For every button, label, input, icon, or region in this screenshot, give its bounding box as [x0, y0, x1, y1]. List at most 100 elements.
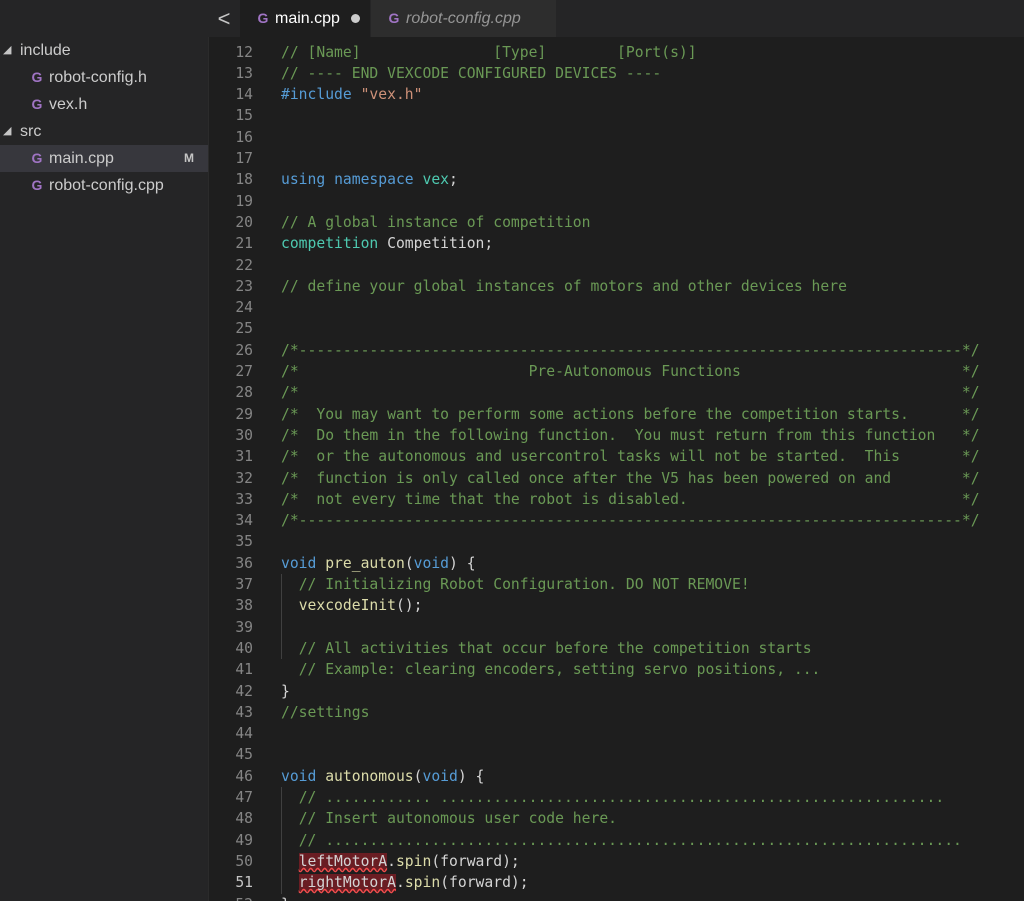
line-number: 51: [235, 874, 253, 892]
line-number: 20: [235, 213, 253, 231]
chevron-left-icon[interactable]: <: [208, 0, 240, 37]
unsaved-dot-icon[interactable]: [351, 14, 360, 23]
line-number: 34: [235, 512, 253, 530]
line-number: 35: [235, 533, 253, 551]
code-text: /* Pre-Autonomous Functions */: [281, 361, 980, 382]
token-comment: /*--------------------------------------…: [281, 341, 980, 359]
token-type: competition: [281, 235, 379, 253]
code-text: /* */: [281, 382, 980, 403]
token-ident: [281, 640, 299, 657]
token-comment: // ............ ........................…: [298, 789, 945, 806]
line-number: 17: [235, 150, 253, 167]
file-robot-config-cpp[interactable]: Grobot-config.cpp: [0, 172, 208, 199]
token-comment: /* or the autonomous and usercontrol tas…: [281, 448, 980, 466]
code-text: // All activities that occur before the …: [281, 638, 812, 659]
token-ident: [414, 171, 423, 188]
file-vex-h[interactable]: Gvex.h: [0, 91, 208, 118]
explorer-header: [0, 0, 208, 37]
token-func: vexcodeInit: [298, 597, 396, 615]
tab-label: robot-config.cpp: [406, 10, 521, 27]
file-main-cpp[interactable]: Gmain.cpp M: [0, 145, 208, 172]
token-ident: .: [395, 874, 405, 892]
token-ident: [281, 597, 299, 614]
line-number: 45: [235, 746, 253, 764]
tab-main-cpp[interactable]: Gmain.cpp: [240, 0, 370, 37]
code-text: competition Competition;: [281, 233, 493, 254]
code-text: }: [281, 894, 290, 901]
code-text: /* not every time that the robot is disa…: [281, 489, 980, 510]
token-comment: // Initializing Robot Configuration. DO …: [298, 576, 750, 593]
tab-robot-config-cpp[interactable]: Grobot-config.cpp: [370, 0, 556, 37]
code-text: // [Name] [Type] [Port(s)]: [281, 42, 697, 63]
token-func: spin: [404, 874, 441, 892]
line-number: 48: [235, 810, 253, 828]
token-ident: [316, 768, 325, 785]
file-label: robot-config.h: [49, 69, 147, 86]
folder-src[interactable]: ◢ src: [0, 118, 208, 145]
folder-include[interactable]: ◢ include: [0, 37, 208, 64]
code-text: // Insert autonomous user code here.: [281, 808, 617, 829]
token-keyword: void: [281, 767, 317, 785]
token-ident: ;: [449, 171, 458, 189]
chevron-expanded-icon: ◢: [3, 125, 12, 137]
line-number: 44: [235, 725, 253, 743]
token-ident: (forward);: [440, 874, 529, 892]
token-ident: [281, 810, 299, 827]
token-keyword: #include: [281, 86, 352, 104]
file-label: main.cpp: [49, 150, 114, 167]
code-text: leftMotorA.spin(forward);: [281, 851, 520, 872]
token-ident: [281, 853, 299, 870]
line-number: 19: [235, 192, 253, 210]
token-keyword: void: [413, 554, 450, 572]
tab-label: main.cpp: [275, 10, 340, 27]
line-number: 12: [235, 43, 253, 61]
line-number: 18: [235, 171, 253, 189]
line-number: 47: [235, 789, 253, 806]
line-number: 15: [235, 107, 253, 125]
c-plus-plus-icon: G: [31, 177, 43, 193]
indent-guide: [281, 787, 282, 894]
code-editor[interactable]: 12 // [Name] [Type] [Port(s)] 13 // ---- EN…: [209, 37, 1024, 901]
token-comment: /* not every time that the robot is disa…: [281, 490, 980, 508]
code-text: // .....................................…: [281, 830, 962, 851]
line-number: 26: [235, 341, 253, 359]
token-ident: [281, 661, 299, 678]
token-ident: (: [404, 554, 414, 572]
c-plus-plus-icon: G: [388, 10, 400, 26]
token-ident: ();: [395, 597, 423, 615]
chevron-expanded-icon: ◢: [3, 44, 12, 56]
code-text: void autonomous(void) {: [281, 766, 484, 787]
git-modified-badge: M: [184, 151, 194, 165]
line-number: 40: [235, 639, 253, 657]
line-number: 31: [235, 448, 253, 466]
code-text: // ............ ........................…: [281, 787, 945, 808]
token-comment: // Example: clearing encoders, setting s…: [298, 661, 821, 679]
code-text: // A global instance of competition: [281, 212, 591, 233]
line-number: 14: [235, 86, 253, 104]
code-text: vexcodeInit();: [281, 595, 423, 616]
line-number: 29: [235, 405, 253, 423]
token-ident: [281, 576, 299, 593]
c-plus-plus-icon: G: [31, 150, 43, 166]
token-ident: }: [281, 896, 290, 901]
token-ident: [316, 555, 325, 572]
token-ident: [325, 171, 334, 188]
line-number: 22: [235, 256, 253, 274]
line-number: 43: [235, 703, 253, 721]
file-explorer: ◢ include Grobot-config.h Gvex.h ◢ src Gmain.c…: [0, 0, 209, 901]
explorer-tree: ◢ include Grobot-config.h Gvex.h ◢ src Gmain.c…: [0, 37, 208, 199]
token-keyword: void: [281, 554, 317, 572]
token-keyword: void: [422, 767, 458, 785]
code-text: // define your global instances of motor…: [281, 276, 847, 297]
code-text: // ---- END VEXCODE CONFIGURED DEVICES -…: [281, 63, 661, 84]
token-ident: [281, 832, 299, 849]
file-robot-config-h[interactable]: Grobot-config.h: [0, 64, 208, 91]
code-text: /* Do them in the following function. Yo…: [281, 425, 980, 446]
token-comment: // ---- END VEXCODE CONFIGURED DEVICES -…: [281, 64, 662, 82]
error-token: rightMotorA: [298, 874, 396, 892]
indent-guide: [281, 574, 282, 660]
token-comment: /* You may want to perform some actions …: [281, 405, 980, 423]
code-text: /* You may want to perform some actions …: [281, 404, 980, 425]
code-text: /* or the autonomous and usercontrol tas…: [281, 446, 980, 467]
token-ident: (forward);: [431, 852, 520, 870]
